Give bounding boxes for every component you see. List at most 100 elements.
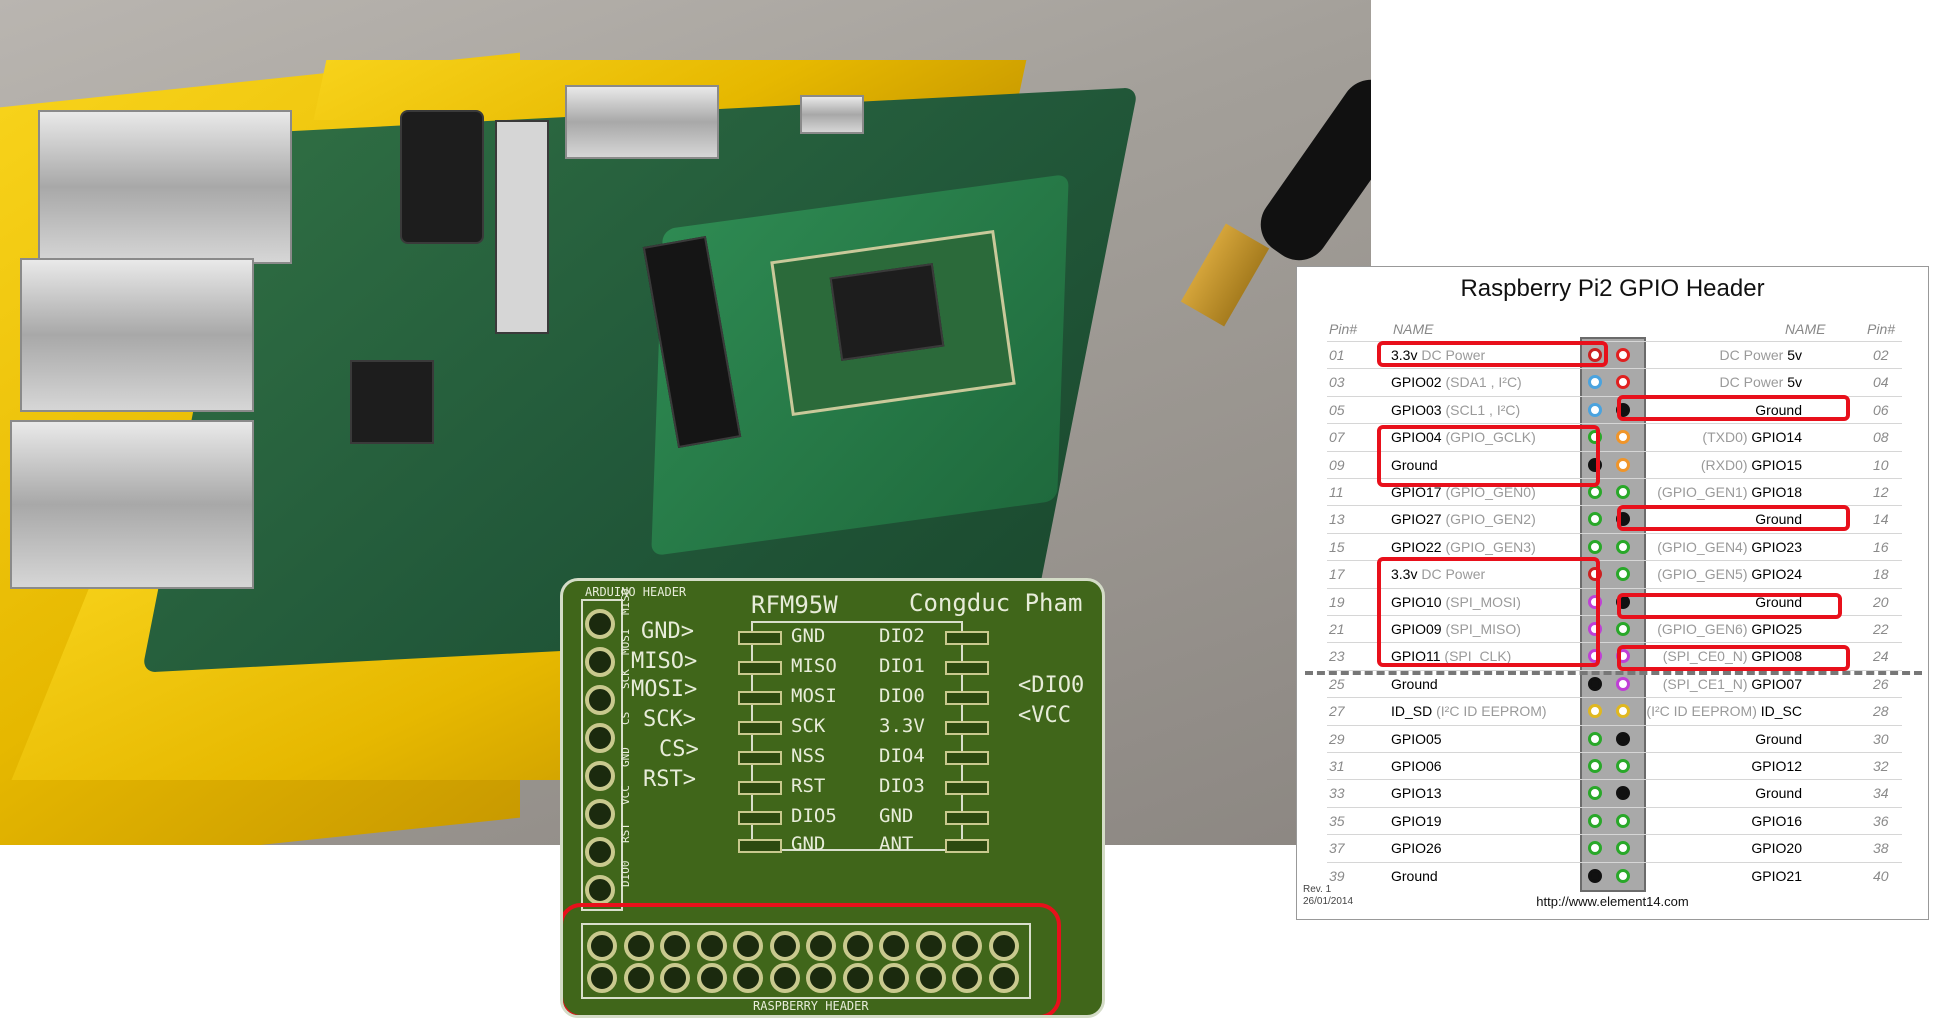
pin-label: Ground [1391, 867, 1438, 884]
pin-number-right: 30 [1873, 730, 1889, 747]
pin-number-left: 01 [1329, 347, 1345, 363]
pin-number-left: 29 [1329, 730, 1345, 747]
pin-number-right: 38 [1873, 840, 1889, 857]
module-pin-left: SCK [791, 715, 826, 737]
pin-number-left: 07 [1329, 429, 1345, 446]
arduino-header-label: ARDUINO HEADER [585, 585, 687, 599]
pin-name-left: GPIO03 (SCL1 , I²C) [1391, 402, 1520, 418]
pin-function: (I²C ID EEPROM) [1646, 703, 1761, 720]
col-pin-right: Pin# [1867, 321, 1896, 337]
module-pin-left: NSS [791, 745, 826, 767]
header-pin-label: CS [619, 711, 632, 725]
header-divider [1305, 671, 1922, 675]
pin-label: GPIO26 [1391, 840, 1442, 857]
pin-number-left: 31 [1329, 758, 1345, 774]
pin-number-left: 37 [1329, 840, 1345, 857]
module-pad-right [945, 811, 989, 825]
pin-name-right: (SPI_CE1_N) GPIO07 [1663, 676, 1802, 692]
module-pad-right [945, 781, 989, 795]
module-pin-right: 3.3V [879, 715, 925, 737]
signal-arrow-label: RST> [643, 767, 696, 792]
pin-name-right: Ground [1755, 785, 1802, 801]
module-pad-left [738, 839, 782, 853]
pin-label: GPIO24 [1751, 566, 1802, 583]
pin-name-right: (RXD0) GPIO15 [1701, 457, 1802, 473]
pin-dot-left [1588, 402, 1602, 417]
element14-url: http://www.element14.com [1536, 894, 1689, 909]
module-pad-left [738, 631, 782, 645]
pin-number-left: 15 [1329, 538, 1345, 555]
arduino-header-pad [585, 647, 615, 677]
author-label: Congduc Pham [909, 589, 1083, 617]
pin-name-right: (GPIO_GEN4) GPIO23 [1657, 539, 1802, 555]
pin-number-right: 12 [1873, 484, 1889, 500]
pin-label: GPIO27 [1391, 511, 1442, 528]
module-pad-left [738, 661, 782, 675]
pin-function: (GPIO_GEN4) [1657, 538, 1752, 555]
pin-function: (SCL1 , I²C) [1441, 401, 1521, 418]
pin-function: DC Power [1719, 374, 1788, 391]
pin-label: GPIO03 [1391, 401, 1442, 418]
module-pin-right: ANT [879, 833, 914, 855]
module-pin-right: GND [879, 805, 914, 827]
pin-name-right: DC Power 5v [1720, 374, 1802, 390]
pin-number-right: 18 [1873, 566, 1889, 583]
pin-label: Ground [1755, 785, 1802, 802]
signal-arrow-label: <DIO0 [1018, 673, 1085, 698]
pin-dot-right [1616, 759, 1630, 773]
gpio-row: 03 GPIO02 (SDA1 , I²C) DC Power 5v 04 [1327, 368, 1902, 396]
pin-number-right: 36 [1873, 812, 1889, 829]
pin-number-left: 05 [1329, 401, 1345, 418]
pin-name-right: GPIO12 [1751, 758, 1802, 774]
pin-name-left: GPIO06 [1391, 758, 1442, 774]
pin-label: Ground [1755, 730, 1802, 747]
signal-arrow-label: GND> [641, 619, 694, 644]
pin-label: ID_SC [1760, 703, 1802, 720]
antenna-cable [1248, 68, 1371, 272]
pin-label: GPIO14 [1751, 429, 1802, 446]
pin-number-right: 26 [1873, 675, 1889, 692]
gpio-row: 35 GPIO19 GPIO16 36 [1327, 806, 1902, 835]
pin-number-right: 22 [1873, 621, 1889, 637]
pin-function: (GPIO_GEN6) [1657, 621, 1752, 637]
pin-dot-right [1616, 731, 1630, 746]
module-pad-left [738, 811, 782, 825]
highlight-gpio08 [1617, 645, 1850, 671]
pin-label: GPIO07 [1751, 675, 1802, 692]
module-pad-right [945, 839, 989, 853]
pin-number-right: 20 [1873, 593, 1889, 610]
pin-dot-right [1616, 622, 1630, 636]
pin-number-right: 28 [1873, 703, 1889, 720]
signal-arrow-label: <VCC [1018, 703, 1071, 728]
header-pin-label: DIO0 [619, 860, 632, 888]
pin-number-right: 14 [1873, 511, 1889, 528]
header-pin-label: VCC [619, 785, 632, 805]
module-pad-left [738, 721, 782, 735]
pin-dot-left [1588, 731, 1602, 746]
module-pin-left: RST [791, 775, 826, 797]
pin-name-right: (GPIO_GEN5) GPIO24 [1657, 566, 1802, 582]
pin-number-right: 08 [1873, 429, 1889, 446]
pin-number-left: 11 [1329, 484, 1344, 500]
module-pin-right: DIO2 [879, 625, 925, 647]
pin-name-right: (I²C ID EEPROM) ID_SC [1646, 703, 1802, 719]
highlight-spi-group [1377, 557, 1600, 667]
ethernet-port [38, 110, 292, 264]
gpio-row: 29 GPIO05 Ground 30 [1327, 724, 1902, 753]
pin-name-right: (GPIO_GEN6) GPIO25 [1657, 621, 1802, 637]
pin-number-right: 40 [1873, 867, 1889, 884]
pin-dot-right [1616, 868, 1630, 883]
gpio-row: 31 GPIO06 GPIO12 32 [1327, 752, 1902, 780]
pin-label: GPIO20 [1751, 840, 1802, 857]
pin-dot-right [1616, 485, 1630, 499]
module-pin-left: GND [791, 833, 826, 855]
pin-label: GPIO16 [1751, 812, 1802, 829]
usb-port-top [20, 258, 254, 412]
header-pin-label: GND [619, 747, 632, 767]
pin-name-left: Ground [1391, 676, 1438, 692]
module-pin-left: GND [791, 625, 826, 647]
module-pin-right: DIO4 [879, 745, 925, 767]
pin-name-right: DC Power 5v [1720, 347, 1802, 363]
module-pad-right [945, 751, 989, 765]
pin-label: GPIO05 [1391, 730, 1442, 747]
